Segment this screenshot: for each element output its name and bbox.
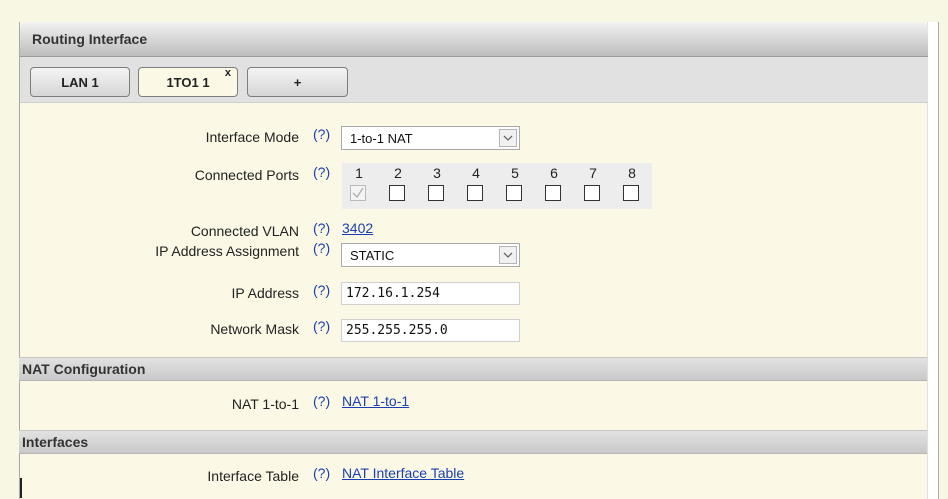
add-tab-button[interactable]: + [247, 67, 348, 97]
tab-1to1-1[interactable]: 1TO1 1 x [138, 67, 238, 97]
interface-mode-value: 1-to-1 NAT [350, 131, 413, 146]
port-number: 7 [589, 165, 597, 181]
vertical-scrollbar[interactable] [927, 22, 938, 499]
interface-mode-select[interactable]: 1-to-1 NAT [341, 126, 520, 150]
network-mask-help[interactable]: (?) [313, 318, 330, 334]
tab-bar: LAN 1 1TO1 1 x + [20, 57, 928, 103]
close-icon[interactable]: x [225, 67, 231, 79]
port-4-checkbox[interactable] [467, 185, 483, 201]
network-mask-input[interactable]: 255.255.255.0 [341, 319, 520, 342]
interface-mode-row: Interface Mode [19, 126, 299, 148]
interfaces-section-header: Interfaces [19, 430, 927, 454]
nat-1to1-help[interactable]: (?) [313, 393, 330, 409]
port-number: 1 [355, 165, 363, 181]
port-2-checkbox[interactable] [389, 185, 405, 201]
ip-assignment-value: STATIC [350, 248, 395, 263]
port-5-checkbox[interactable] [506, 185, 522, 201]
ip-address-help[interactable]: (?) [313, 282, 330, 298]
tab-label: 1TO1 1 [166, 75, 210, 90]
check-icon [352, 187, 364, 199]
ip-assignment-select[interactable]: STATIC [341, 243, 520, 267]
port-number: 6 [550, 165, 558, 181]
ip-assignment-help[interactable]: (?) [313, 240, 330, 256]
interface-table-help[interactable]: (?) [313, 465, 330, 481]
connected-vlan-row: Connected VLAN [19, 220, 299, 242]
connected-ports-label: Connected Ports [194, 167, 299, 183]
tab-label: LAN 1 [61, 75, 99, 90]
port-number: 2 [394, 165, 402, 181]
port-checkbox-grid: 1 2 3 4 5 6 7 8 [342, 163, 652, 209]
panel-header: Routing Interface [20, 22, 928, 57]
text-cursor [20, 478, 22, 498]
ip-assignment-label: IP Address Assignment [155, 243, 299, 259]
port-7-checkbox[interactable] [584, 185, 600, 201]
port-number: 4 [472, 165, 480, 181]
nat-1to1-row: NAT 1-to-1 [19, 393, 299, 415]
port-number: 8 [628, 165, 636, 181]
connected-ports-help[interactable]: (?) [313, 164, 330, 180]
nat-1to1-label: NAT 1-to-1 [231, 396, 299, 412]
ip-address-input[interactable]: 172.16.1.254 [341, 282, 520, 305]
section-title: Interfaces [22, 434, 89, 450]
interface-mode-label: Interface Mode [205, 129, 299, 145]
add-tab-label: + [293, 75, 302, 90]
port-number: 5 [511, 165, 519, 181]
connected-vlan-help[interactable]: (?) [313, 220, 330, 236]
network-mask-row: Network Mask [19, 318, 299, 340]
nat-1to1-link[interactable]: NAT 1-to-1 [342, 393, 409, 409]
ip-address-label: IP Address [231, 285, 299, 301]
panel-title: Routing Interface [32, 31, 148, 47]
port-number: 3 [433, 165, 441, 181]
port-1-checkbox[interactable] [350, 185, 366, 201]
ip-assignment-row: IP Address Assignment [19, 240, 299, 262]
connected-ports-row: Connected Ports [19, 164, 299, 186]
interface-table-row: Interface Table [19, 465, 299, 487]
nat-interface-table-link[interactable]: NAT Interface Table [342, 465, 464, 481]
ip-address-row: IP Address [19, 282, 299, 304]
interface-mode-help[interactable]: (?) [313, 126, 330, 142]
network-mask-label: Network Mask [210, 321, 299, 337]
nat-configuration-section-header: NAT Configuration [19, 357, 927, 381]
connected-vlan-label: Connected VLAN [190, 223, 299, 239]
interface-table-label: Interface Table [207, 468, 299, 484]
chevron-down-icon [499, 246, 517, 264]
port-6-checkbox[interactable] [545, 185, 561, 201]
port-8-checkbox[interactable] [623, 185, 639, 201]
connected-vlan-link[interactable]: 3402 [342, 220, 373, 236]
port-3-checkbox[interactable] [428, 185, 444, 201]
tab-lan-1[interactable]: LAN 1 [30, 67, 130, 97]
chevron-down-icon [499, 129, 517, 147]
section-title: NAT Configuration [22, 361, 146, 377]
